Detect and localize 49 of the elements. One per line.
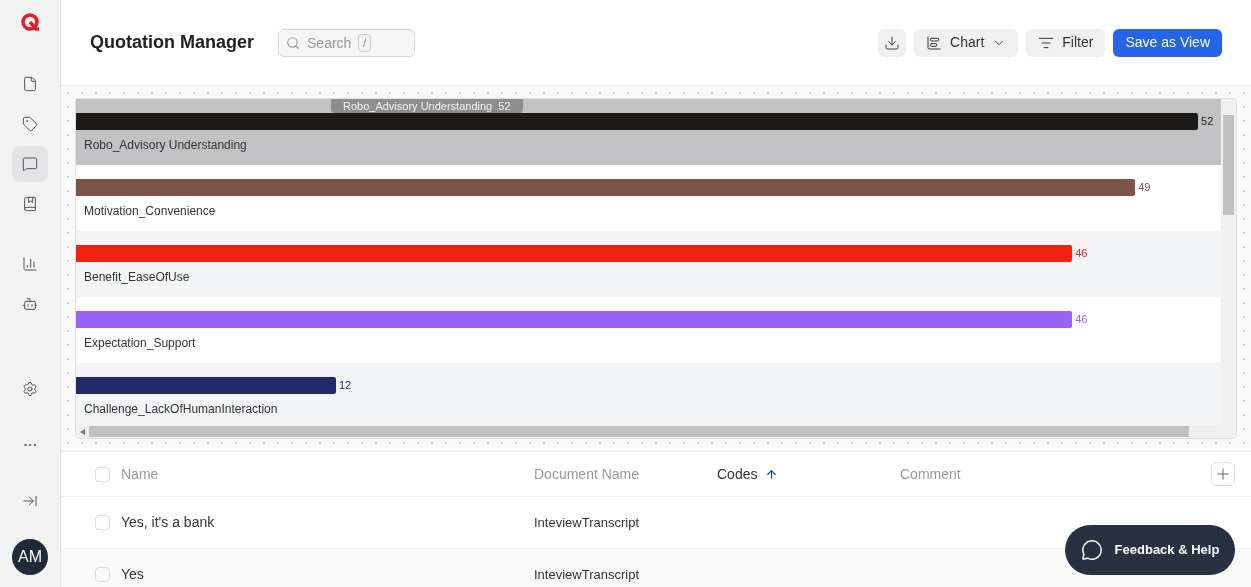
- row-checkbox[interactable]: [95, 515, 110, 530]
- download-icon: [884, 34, 901, 51]
- message-icon: [22, 156, 38, 172]
- settings-icon: [22, 381, 38, 397]
- bar-value: 46: [1075, 246, 1088, 261]
- message-button[interactable]: [12, 146, 48, 182]
- feedback-help-button[interactable]: Feedback & Help: [1065, 525, 1235, 575]
- chart-row[interactable]: 46 Benefit_EaseOfUse: [76, 231, 1221, 297]
- bookmark-icon: [22, 196, 38, 212]
- bar-label: Benefit_EaseOfUse: [84, 269, 191, 286]
- table-cell-text: Yes: [121, 565, 145, 584]
- search-icon: [286, 35, 300, 50]
- bar-label: Motivation_Convenience: [84, 203, 217, 220]
- chart-type-button[interactable]: Chart: [914, 28, 1019, 57]
- bar-label: Robo_Advisory Understanding: [84, 137, 248, 154]
- chart-row[interactable]: 12 Challenge_LackOfHumanInteraction: [76, 363, 1221, 425]
- bar-value: 49: [1138, 180, 1151, 195]
- table-cell-text: InteviewTranscript: [534, 513, 639, 532]
- row-checkbox[interactable]: [95, 567, 110, 582]
- bar-value: 52: [1201, 114, 1214, 129]
- chat-bubble-icon: [1080, 539, 1103, 561]
- page-title: Quotation Manager: [90, 31, 254, 54]
- filter-button[interactable]: Filter: [1026, 28, 1106, 57]
- file-icon: [22, 76, 38, 92]
- add-column-button[interactable]: [1211, 462, 1235, 486]
- bar-chart-icon: [926, 34, 943, 51]
- bar-label: Expectation_Support: [84, 335, 197, 352]
- scroll-left-icon[interactable]: [80, 428, 85, 435]
- tag-icon: [22, 116, 38, 132]
- bar-value: 46: [1075, 312, 1088, 327]
- shortcut-key: /: [358, 33, 372, 52]
- horizontal-scrollbar[interactable]: [76, 425, 1221, 438]
- chart-tooltip: Robo_Advisory Understanding 52: [331, 99, 523, 113]
- robot-icon: [22, 296, 38, 312]
- bar-value: 12: [338, 378, 352, 393]
- bar-label: Challenge_LackOfHumanInteraction: [84, 401, 279, 418]
- download-button[interactable]: [878, 28, 907, 57]
- user-avatar[interactable]: AM: [12, 539, 48, 575]
- save-view-button[interactable]: Save as View: [1113, 28, 1222, 57]
- table-cell-text: Yes, it's a bank: [121, 513, 216, 532]
- select-all-checkbox[interactable]: [95, 466, 110, 482]
- sort-ascending-icon: [765, 467, 779, 481]
- bar-chart-icon: [22, 256, 38, 272]
- collapse-icon: [22, 493, 38, 509]
- vertical-scrollbar[interactable]: [1221, 99, 1236, 438]
- plus-icon: [1214, 465, 1232, 483]
- column-header[interactable]: Codes: [717, 463, 900, 485]
- logo-icon: [19, 12, 41, 34]
- table-cell-text: InteviewTranscript: [534, 565, 639, 584]
